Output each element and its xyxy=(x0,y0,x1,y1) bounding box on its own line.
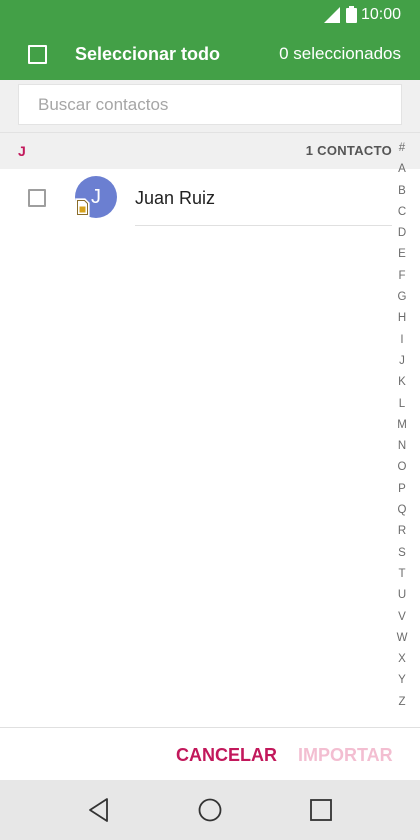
select-all-checkbox[interactable] xyxy=(28,45,47,64)
index-letter[interactable]: Q xyxy=(392,500,412,521)
index-letter[interactable]: J xyxy=(392,351,412,372)
status-time: 10:00 xyxy=(361,6,402,23)
cancel-button[interactable]: CANCELAR xyxy=(176,745,277,766)
selected-count: 0 seleccionados xyxy=(279,44,401,63)
contacts-import-screen: 10:00 Seleccionar todo 0 seleccionados J… xyxy=(0,0,420,840)
index-letter[interactable]: I xyxy=(392,330,412,351)
index-letter[interactable]: W xyxy=(392,628,412,649)
index-letter[interactable]: G xyxy=(392,287,412,308)
index-letter[interactable]: X xyxy=(392,649,412,670)
home-icon[interactable] xyxy=(197,797,223,823)
index-letter[interactable]: H xyxy=(392,308,412,329)
index-letter[interactable]: T xyxy=(392,564,412,585)
index-letter[interactable]: E xyxy=(392,244,412,265)
contact-row[interactable]: J Juan Ruiz xyxy=(0,169,392,227)
index-letter[interactable]: R xyxy=(392,521,412,542)
import-button[interactable]: IMPORTAR xyxy=(298,745,393,766)
index-letter[interactable]: V xyxy=(392,607,412,628)
index-letter[interactable]: B xyxy=(392,181,412,202)
back-icon[interactable] xyxy=(86,797,112,823)
index-letter[interactable]: L xyxy=(392,394,412,415)
index-letter[interactable]: M xyxy=(392,415,412,436)
battery-icon xyxy=(346,6,357,23)
navigation-bar xyxy=(0,780,420,840)
index-letter[interactable]: A xyxy=(392,159,412,180)
search-input[interactable] xyxy=(19,85,401,124)
recents-icon[interactable] xyxy=(308,797,334,823)
index-letter[interactable]: P xyxy=(392,479,412,500)
index-letter[interactable]: S xyxy=(392,543,412,564)
section-header: J 1 CONTACTO xyxy=(0,132,420,169)
index-letter[interactable]: O xyxy=(392,457,412,478)
index-letter[interactable]: N xyxy=(392,436,412,457)
select-all-label[interactable]: Seleccionar todo xyxy=(75,44,220,65)
signal-icon xyxy=(324,7,340,23)
index-letter[interactable]: F xyxy=(392,266,412,287)
index-letter[interactable]: K xyxy=(392,372,412,393)
index-letter[interactable]: C xyxy=(392,202,412,223)
contact-name: Juan Ruiz xyxy=(135,188,216,208)
index-letter[interactable]: # xyxy=(392,138,412,159)
section-letter: J xyxy=(18,143,26,159)
status-bar: 10:00 xyxy=(0,0,420,30)
index-letter[interactable]: U xyxy=(392,585,412,606)
index-letter[interactable]: D xyxy=(392,223,412,244)
index-letter[interactable]: Y xyxy=(392,670,412,691)
section-contact-count: 1 CONTACTO xyxy=(305,143,392,158)
search-area xyxy=(0,80,420,132)
index-letter[interactable]: Z xyxy=(392,692,412,713)
row-divider xyxy=(135,225,392,226)
search-box xyxy=(18,84,402,125)
action-bar: CANCELAR IMPORTAR xyxy=(0,727,420,780)
alphabet-index[interactable]: # A B C D E F G H I J K L M N O P Q R S T U V W X Y Z xyxy=(392,138,412,713)
sim-card-icon xyxy=(75,198,90,217)
contact-checkbox[interactable] xyxy=(28,189,46,207)
selection-app-bar: Seleccionar todo 0 seleccionados xyxy=(0,30,420,80)
